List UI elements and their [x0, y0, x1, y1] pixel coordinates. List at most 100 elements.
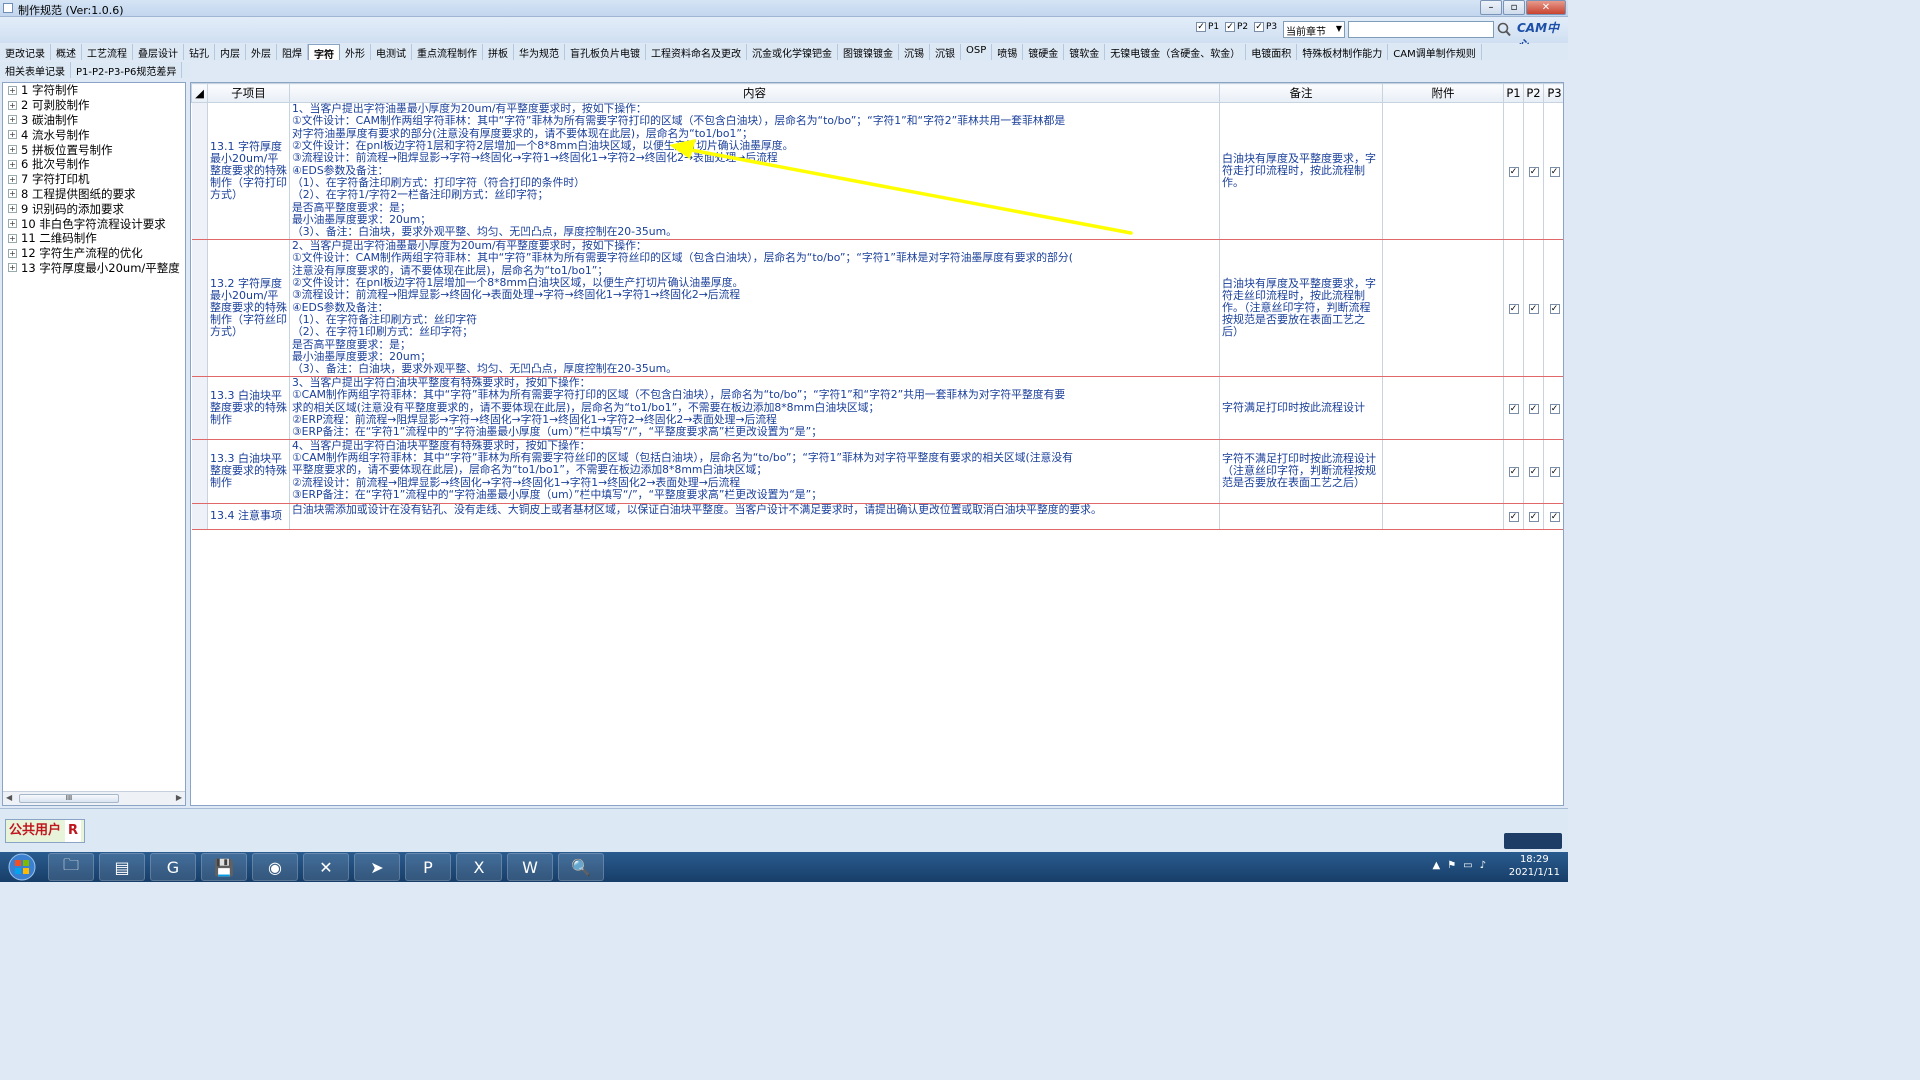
taskbar-word-icon[interactable]: W	[507, 853, 553, 881]
tab-26[interactable]: 特殊板材制作能力	[1297, 44, 1389, 60]
tab-11[interactable]: 重点流程制作	[412, 44, 483, 60]
tab-15[interactable]: 工程资料命名及更改	[646, 44, 747, 60]
row-selector[interactable]	[191, 239, 208, 377]
p3-checkbox[interactable]: ✓	[1549, 403, 1560, 414]
expand-icon[interactable]: +	[8, 159, 17, 169]
expand-icon[interactable]: +	[8, 219, 17, 229]
corner-cell[interactable]: ◢	[191, 83, 208, 103]
tab-0[interactable]: 更改记录	[0, 44, 51, 60]
tray-up-icon[interactable]: ▲	[1432, 860, 1440, 871]
tree-item-9[interactable]: +9 识别码的添加要求	[3, 201, 185, 216]
taskbar-browser-icon[interactable]: G	[150, 853, 196, 881]
p3-checkbox[interactable]: ✓	[1549, 166, 1560, 177]
p1-checkbox[interactable]: ✓	[1508, 403, 1519, 414]
tree-item-11[interactable]: +11 二维码制作	[3, 231, 185, 246]
expand-icon[interactable]: +	[8, 115, 17, 125]
attachment-cell[interactable]	[1382, 502, 1504, 530]
tab-2[interactable]: 工艺流程	[82, 44, 133, 60]
p3-checkbox[interactable]: ✓	[1549, 512, 1560, 523]
expand-icon[interactable]: +	[8, 145, 17, 155]
p1-checkbox[interactable]: ✓	[1508, 166, 1519, 177]
tree-horizontal-scrollbar[interactable]: ◀ III ▶	[3, 791, 185, 805]
col-header-content[interactable]: 内容	[289, 83, 1220, 103]
tab-6[interactable]: 外层	[246, 44, 277, 60]
p1-filter-checkbox[interactable]: ✓ P1	[1196, 22, 1219, 32]
p2-checkbox[interactable]: ✓	[1528, 512, 1539, 523]
start-button-icon[interactable]	[2, 852, 42, 882]
tab-4[interactable]: 钻孔	[184, 44, 215, 60]
taskbar-pads-icon[interactable]: P	[405, 853, 451, 881]
attachment-cell[interactable]	[1382, 376, 1504, 440]
tab-14[interactable]: 盲孔板负片电镀	[565, 44, 646, 60]
p3-filter-checkbox[interactable]: ✓ P3	[1254, 22, 1277, 32]
tab-3[interactable]: 叠层设计	[133, 44, 184, 60]
tree-item-5[interactable]: +5 拼板位置号制作	[3, 142, 185, 157]
volume-icon[interactable]: ♪	[1480, 860, 1486, 871]
clock[interactable]: 18:29 2021/1/11	[1509, 853, 1560, 879]
p3-checkbox[interactable]: ✓	[1549, 467, 1560, 478]
p2-checkbox[interactable]: ✓	[1528, 403, 1539, 414]
expand-icon[interactable]: +	[8, 263, 17, 273]
tab-7[interactable]: 阻焊	[277, 44, 308, 60]
maximize-button[interactable]: ▫	[1503, 0, 1525, 15]
taskbar-excel-icon[interactable]: X	[456, 853, 502, 881]
row-selector[interactable]	[191, 376, 208, 440]
tab-extra-0[interactable]: 相关表单记录	[0, 62, 71, 78]
expand-icon[interactable]: +	[8, 130, 17, 140]
tab-19[interactable]: 沉银	[930, 44, 961, 60]
tab-10[interactable]: 电测试	[371, 44, 412, 60]
tree-item-13[interactable]: +13 字符厚度最小20um/平整度	[3, 261, 185, 276]
expand-icon[interactable]: +	[8, 233, 17, 243]
tree-item-10[interactable]: +10 非白色字符流程设计要求	[3, 216, 185, 231]
expand-icon[interactable]: +	[8, 204, 17, 214]
tab-9[interactable]: 外形	[340, 44, 371, 60]
user-badge[interactable]: 公共用户 R	[5, 819, 86, 843]
tab-18[interactable]: 沉锡	[899, 44, 930, 60]
table-row[interactable]: 13.4 注意事项 白油块需添加或设计在没有钻孔、没有走线、大铜皮上或者基材区域，…	[191, 502, 1563, 530]
tab-8[interactable]: 字符	[308, 44, 340, 61]
taskbar-search-icon[interactable]: 🔍	[558, 853, 604, 881]
table-row[interactable]: 13.3 白油块平整度要求的特殊制作 3、当客户提出字符白油块平整度有特殊要求时，…	[191, 376, 1563, 440]
tree-item-8[interactable]: +8 工程提供图纸的要求	[3, 187, 185, 202]
expand-icon[interactable]: +	[8, 100, 17, 110]
expand-icon[interactable]: +	[8, 85, 17, 95]
search-icon[interactable]	[1496, 21, 1512, 38]
attachment-cell[interactable]	[1382, 102, 1504, 240]
row-selector[interactable]	[191, 102, 208, 240]
tab-13[interactable]: 华为规范	[514, 44, 565, 60]
network-icon[interactable]: ▭	[1463, 860, 1472, 871]
tab-5[interactable]: 内层	[215, 44, 246, 60]
taskbar-paper-plane-icon[interactable]: ➤	[354, 853, 400, 881]
col-header-remark[interactable]: 备注	[1219, 83, 1383, 103]
p1-checkbox[interactable]: ✓	[1508, 467, 1519, 478]
tree-item-2[interactable]: +2 可剥胶制作	[3, 98, 185, 113]
close-button[interactable]: ✕	[1526, 0, 1566, 15]
tree-item-1[interactable]: +1 字符制作	[3, 83, 185, 98]
taskbar-xmind-icon[interactable]: ✕	[303, 853, 349, 881]
scope-select[interactable]: 当前章节 ▼	[1283, 21, 1345, 38]
language-bar[interactable]	[1504, 833, 1562, 849]
p3-checkbox[interactable]: ✓	[1549, 303, 1560, 314]
taskbar-eye-icon[interactable]: ◉	[252, 853, 298, 881]
taskbar-explorer-icon[interactable]: 🗀	[48, 853, 94, 881]
expand-icon[interactable]: +	[8, 189, 17, 199]
tab-17[interactable]: 图镀镍镀金	[838, 44, 899, 60]
p2-filter-checkbox[interactable]: ✓ P2	[1225, 22, 1248, 32]
table-row[interactable]: 13.3 白油块平整度要求的特殊制作 4、当客户提出字符白油块平整度有特殊要求时，…	[191, 438, 1563, 504]
tree-item-6[interactable]: +6 批次号制作	[3, 157, 185, 172]
scroll-left-icon[interactable]: ◀	[6, 793, 12, 802]
minimize-button[interactable]: –	[1480, 0, 1502, 15]
search-input[interactable]	[1348, 21, 1494, 38]
tab-24[interactable]: 无镍电镀金（含硬金、软金）	[1105, 44, 1247, 60]
row-selector[interactable]	[191, 438, 208, 504]
tab-12[interactable]: 拼板	[483, 44, 514, 60]
tab-1[interactable]: 概述	[51, 44, 82, 60]
row-selector[interactable]	[191, 502, 208, 530]
flag-icon[interactable]: ⚑	[1447, 860, 1456, 871]
col-header-p1[interactable]: P1	[1503, 83, 1524, 103]
tab-21[interactable]: 喷锡	[992, 44, 1024, 60]
p1-checkbox[interactable]: ✓	[1508, 303, 1519, 314]
tab-23[interactable]: 镀软金	[1064, 44, 1106, 60]
p2-checkbox[interactable]: ✓	[1528, 467, 1539, 478]
tab-27[interactable]: CAM调单制作规则	[1388, 44, 1482, 60]
